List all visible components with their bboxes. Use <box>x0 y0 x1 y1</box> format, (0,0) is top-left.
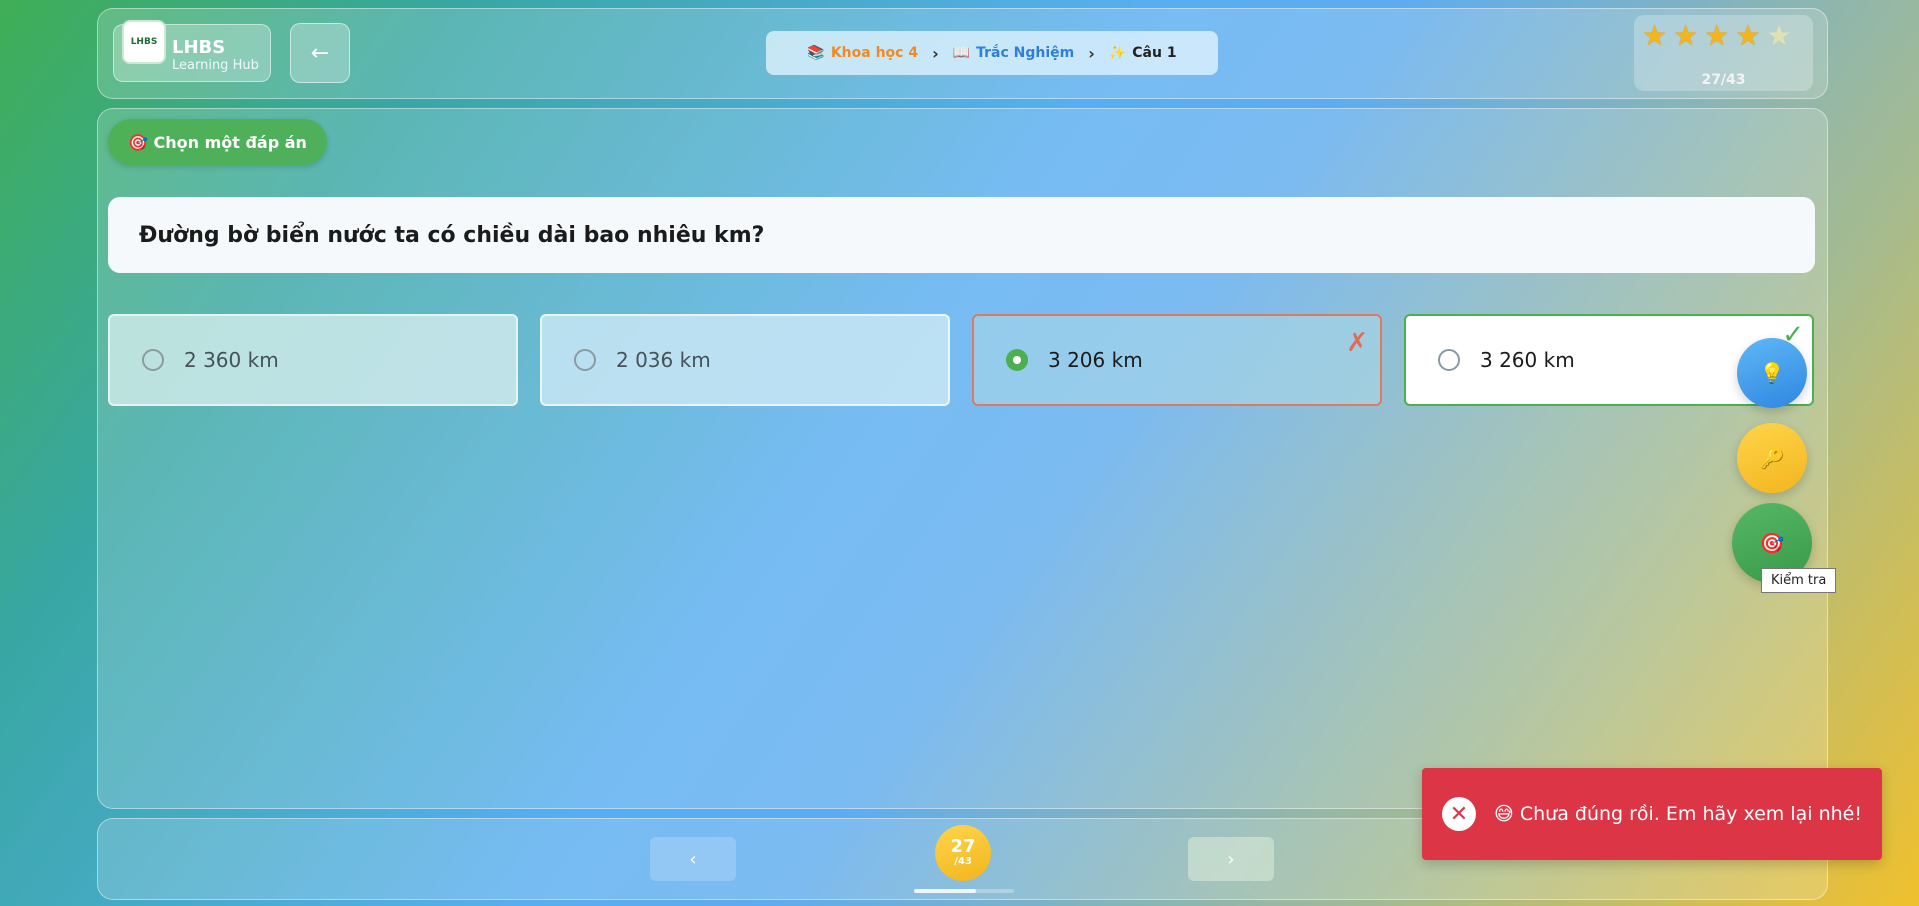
current-question-number: 27 <box>950 836 976 857</box>
star-filled-icon: ★ <box>1642 19 1668 52</box>
answer-label: 2 036 km <box>616 348 711 372</box>
open-book-icon: 📖 <box>952 45 971 61</box>
radio-button[interactable] <box>142 349 164 371</box>
star-filled-icon: ★ <box>1735 19 1761 52</box>
question-panel: 🎯 Chọn một đáp án Đường bờ biển nước ta … <box>97 108 1828 809</box>
question-counter: 27 /43 <box>935 825 991 881</box>
radio-button-selected[interactable] <box>1006 349 1028 371</box>
progress-scrollbar[interactable] <box>914 889 1014 893</box>
breadcrumb-label: Trắc Nghiệm <box>976 45 1075 61</box>
breadcrumb-label: Câu 1 <box>1132 45 1177 61</box>
previous-question-button[interactable]: ‹ <box>650 837 736 881</box>
toast-message: 😅 Chưa đúng rồi. Em hãy xem lại nhé! <box>1494 803 1862 825</box>
logo-image: LHBS <box>122 20 166 64</box>
breadcrumb-item-course[interactable]: 📚 Khoa học 4 <box>807 45 918 61</box>
close-circle-icon[interactable]: ✕ <box>1442 797 1476 831</box>
answer-label: 2 360 km <box>184 348 279 372</box>
progress-count: 27/43 <box>1701 72 1746 88</box>
answer-option-3[interactable]: 3 206 km ✗ <box>972 314 1382 406</box>
total-questions: /43 <box>954 856 972 867</box>
question-text: Đường bờ biển nước ta có chiều dài bao n… <box>139 222 765 248</box>
hint-button[interactable]: 💡 <box>1737 338 1807 408</box>
back-button[interactable]: ← <box>290 23 350 83</box>
wrong-mark-icon: ✗ <box>1346 328 1368 358</box>
answer-label: 3 206 km <box>1048 348 1143 372</box>
question-card: Đường bờ biển nước ta có chiều dài bao n… <box>108 197 1815 273</box>
answer-option-2[interactable]: 2 036 km <box>540 314 950 406</box>
error-toast: ✕ 😅 Chưa đúng rồi. Em hãy xem lại nhé! <box>1422 768 1882 860</box>
lightbulb-icon: 💡 <box>1759 361 1785 385</box>
books-icon: 📚 <box>807 45 825 61</box>
chevron-right-icon: › <box>932 43 939 63</box>
radio-button[interactable] <box>1438 349 1460 371</box>
target-icon: 🎯 <box>1759 531 1785 555</box>
breadcrumb-item-quiz[interactable]: 📖 Trắc Nghiệm <box>953 45 1075 61</box>
star-empty-icon: ★ <box>1766 19 1792 52</box>
top-header: LHBS LHBS Learning Hub ← 📚 Khoa học 4 › … <box>97 8 1828 99</box>
answer-label: 3 260 km <box>1480 348 1575 372</box>
app-subtitle: Learning Hub <box>172 58 259 73</box>
arrow-left-icon: ← <box>310 40 330 66</box>
instruction-badge: 🎯 Chọn một đáp án <box>108 119 327 165</box>
app-name: LHBS <box>172 37 226 58</box>
progress-scrollbar-thumb[interactable] <box>914 889 976 893</box>
breadcrumb: 📚 Khoa học 4 › 📖 Trắc Nghiệm › ✨ Câu 1 <box>766 31 1218 75</box>
show-answer-button[interactable]: 🔑 <box>1737 423 1807 493</box>
next-question-button[interactable]: › <box>1188 837 1274 881</box>
radio-button[interactable] <box>574 349 596 371</box>
key-icon: 🔑 <box>1759 446 1785 470</box>
answer-option-1[interactable]: 2 360 km <box>108 314 518 406</box>
star-rating: ★ ★ ★ ★ ★ <box>1642 21 1792 51</box>
breadcrumb-label: Khoa học 4 <box>830 45 919 61</box>
logo-home-link[interactable]: LHBS LHBS Learning Hub <box>113 20 271 82</box>
chevron-right-icon: › <box>1227 848 1235 870</box>
chevron-left-icon: ‹ <box>689 848 697 870</box>
star-filled-icon: ★ <box>1704 19 1730 52</box>
sparkles-icon: ✨ <box>1108 45 1127 61</box>
progress-panel: ★ ★ ★ ★ ★ 27/43 <box>1634 15 1813 91</box>
breadcrumb-item-question: ✨ Câu 1 <box>1109 45 1177 61</box>
check-tooltip: Kiểm tra <box>1761 568 1837 593</box>
star-filled-icon: ★ <box>1673 19 1699 52</box>
chevron-right-icon: › <box>1088 43 1095 63</box>
